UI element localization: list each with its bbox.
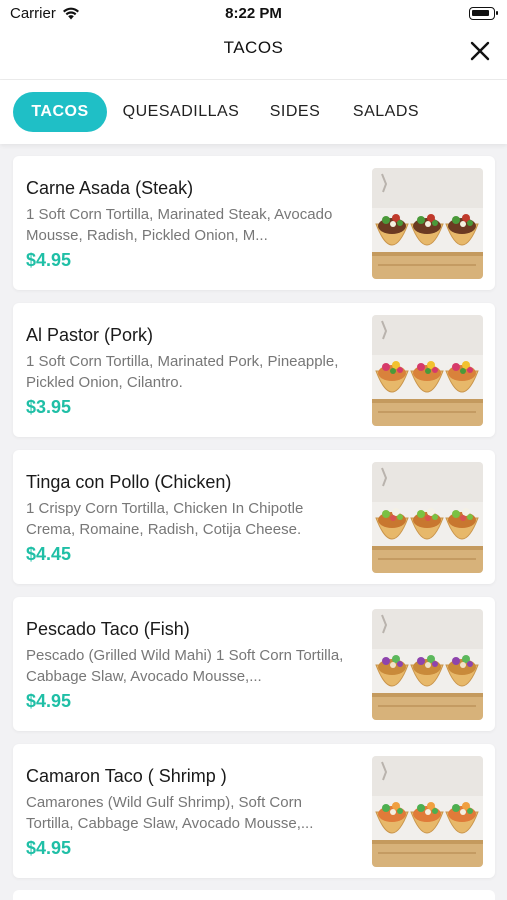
item-description: 1 Crispy Corn Tortilla, Chicken In Chipo… bbox=[26, 500, 304, 538]
tab-sides[interactable]: SIDES bbox=[264, 92, 326, 132]
menu-item-card[interactable]: Camaron Taco ( Shrimp ) Camarones (Wild … bbox=[13, 744, 495, 878]
status-bar: Carrier 8:22 PM bbox=[0, 0, 507, 28]
item-name: Tinga con Pollo (Chicken) bbox=[26, 472, 232, 492]
item-name: Al Pastor (Pork) bbox=[26, 325, 154, 345]
tab-salads[interactable]: SALADS bbox=[346, 92, 426, 132]
item-price: $4.95 bbox=[26, 250, 72, 270]
item-photo bbox=[372, 168, 483, 279]
item-price: $4.45 bbox=[26, 544, 72, 564]
item-price: $3.95 bbox=[26, 397, 72, 417]
menu-item-card-partial[interactable] bbox=[13, 890, 495, 900]
item-description: 1 Soft Corn Tortilla, Marinated Steak, A… bbox=[26, 206, 333, 244]
menu-item-card[interactable]: Al Pastor (Pork) 1 Soft Corn Tortilla, M… bbox=[13, 303, 495, 437]
item-price: $4.95 bbox=[26, 838, 72, 858]
category-tabs: TACOS QUESADILLAS SIDES SALADS bbox=[0, 80, 507, 144]
status-time: 8:22 PM bbox=[225, 5, 282, 22]
tab-quesadillas[interactable]: QUESADILLAS bbox=[118, 92, 244, 132]
tab-tacos[interactable]: TACOS bbox=[13, 92, 107, 132]
item-description: Camarones (Wild Gulf Shrimp), Soft Corn … bbox=[26, 794, 314, 832]
item-photo bbox=[372, 462, 483, 573]
item-photo bbox=[372, 315, 483, 426]
item-photo bbox=[372, 609, 483, 720]
item-price: $4.95 bbox=[26, 691, 72, 711]
close-icon bbox=[470, 41, 490, 61]
close-button[interactable] bbox=[467, 38, 493, 64]
menu-item-card[interactable]: Tinga con Pollo (Chicken) 1 Crispy Corn … bbox=[13, 450, 495, 584]
menu-item-card[interactable]: Pescado Taco (Fish) Pescado (Grilled Wil… bbox=[13, 597, 495, 731]
item-name: Camaron Taco ( Shrimp ) bbox=[26, 766, 227, 786]
battery-icon bbox=[469, 7, 498, 20]
page-title: TACOS bbox=[223, 38, 284, 57]
item-description: Pescado (Grilled Wild Mahi) 1 Soft Corn … bbox=[26, 647, 344, 685]
navigation-bar: TACOS bbox=[0, 28, 507, 80]
item-name: Pescado Taco (Fish) bbox=[26, 619, 190, 639]
item-name: Carne Asada (Steak) bbox=[26, 178, 194, 198]
item-photo bbox=[372, 756, 483, 867]
item-description: 1 Soft Corn Tortilla, Marinated Pork, Pi… bbox=[26, 353, 339, 391]
menu-item-card[interactable]: Carne Asada (Steak) 1 Soft Corn Tortilla… bbox=[13, 156, 495, 290]
